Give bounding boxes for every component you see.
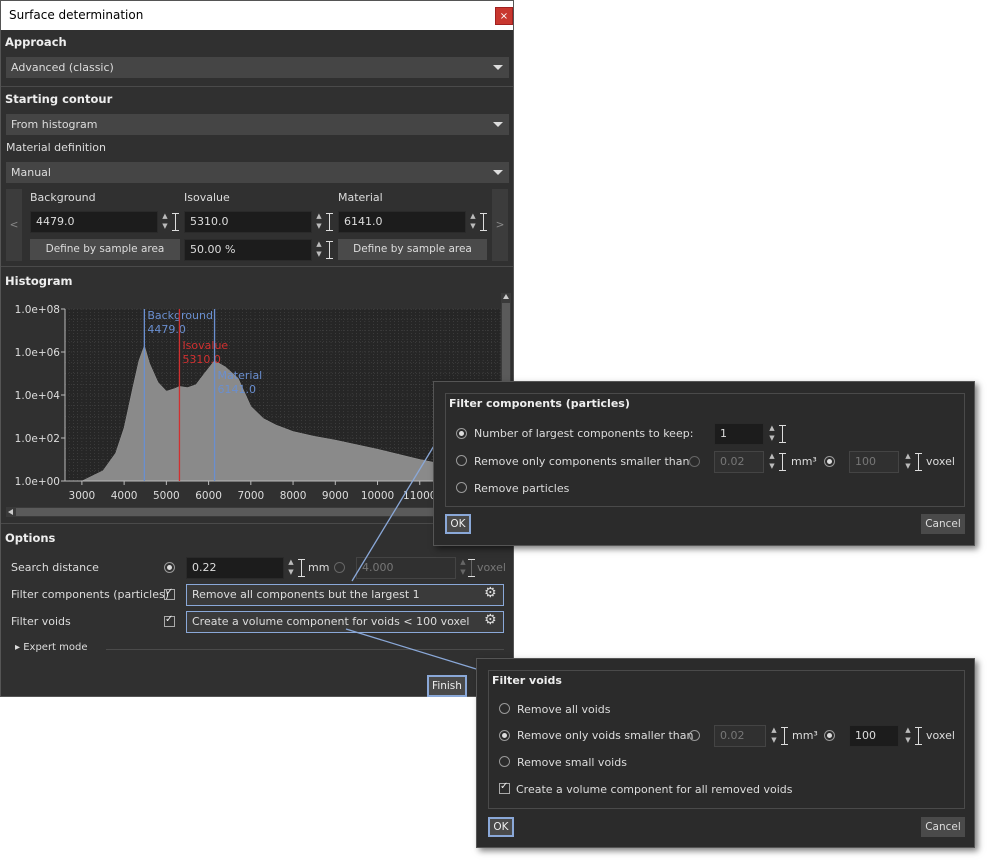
smaller-voxel-spinner[interactable]: ▲ ▼	[903, 451, 913, 473]
popup-title: Filter voids	[492, 674, 562, 687]
keep-largest-label: Number of largest components to keep:	[474, 427, 694, 440]
voids-mm-spinner[interactable]: ▲ ▼	[769, 725, 779, 747]
filter-voids-popup: Filter voids Remove all voids Remove onl…	[476, 658, 975, 848]
smaller-voxel-input[interactable]: 100	[849, 451, 899, 473]
voids-voxel-spinner[interactable]: ▲ ▼	[903, 725, 913, 747]
smaller-mm-input[interactable]: 0.02	[714, 451, 764, 473]
voxel-unit-label: voxel	[926, 455, 955, 468]
range-icon	[915, 453, 924, 471]
filter-components-popup: Filter components (particles) Number of …	[433, 381, 975, 546]
popup-title: Filter components (particles)	[449, 397, 630, 410]
create-volume-checkbox[interactable]	[499, 781, 510, 794]
range-icon	[779, 425, 788, 443]
ok-button[interactable]: OK	[488, 817, 514, 837]
keep-count-input[interactable]: 1	[714, 423, 764, 445]
remove-smaller-voids-label: Remove only voids smaller than	[517, 729, 694, 742]
callout-line	[345, 628, 487, 673]
voids-mm-input[interactable]: 0.02	[714, 725, 766, 747]
voids-voxel-input[interactable]: 100	[849, 725, 899, 747]
voxel-unit-label: voxel	[926, 729, 955, 742]
mm-unit-label: mm³	[791, 455, 817, 468]
remove-smaller-label: Remove only components smaller than	[474, 455, 690, 468]
remove-small-voids-radio[interactable]	[499, 756, 510, 767]
remove-smaller-radio[interactable]	[456, 455, 467, 466]
mm-unit-label: mm³	[792, 729, 818, 742]
cancel-button[interactable]: Cancel	[921, 514, 965, 534]
remove-particles-radio[interactable]	[456, 482, 467, 493]
remove-particles-label: Remove particles	[474, 482, 570, 495]
mm-unit-radio[interactable]	[689, 730, 700, 741]
mm-unit-radio[interactable]	[689, 456, 700, 467]
range-icon	[781, 727, 790, 745]
remove-all-voids-radio[interactable]	[499, 703, 510, 714]
remove-smaller-voids-radio[interactable]	[499, 730, 510, 741]
ok-button[interactable]: OK	[445, 514, 471, 534]
create-volume-label: Create a volume component for all remove…	[516, 783, 793, 796]
keep-count-spinner[interactable]: ▲ ▼	[767, 423, 777, 445]
remove-small-voids-label: Remove small voids	[517, 756, 627, 769]
range-icon	[915, 727, 924, 745]
callout-line	[351, 425, 447, 582]
voxel-unit-radio[interactable]	[824, 456, 835, 467]
range-icon	[779, 453, 788, 471]
cancel-button[interactable]: Cancel	[921, 817, 965, 837]
keep-largest-radio[interactable]	[456, 428, 467, 439]
smaller-mm-spinner[interactable]: ▲ ▼	[767, 451, 777, 473]
voxel-unit-radio[interactable]	[824, 730, 835, 741]
remove-all-voids-label: Remove all voids	[517, 703, 611, 716]
